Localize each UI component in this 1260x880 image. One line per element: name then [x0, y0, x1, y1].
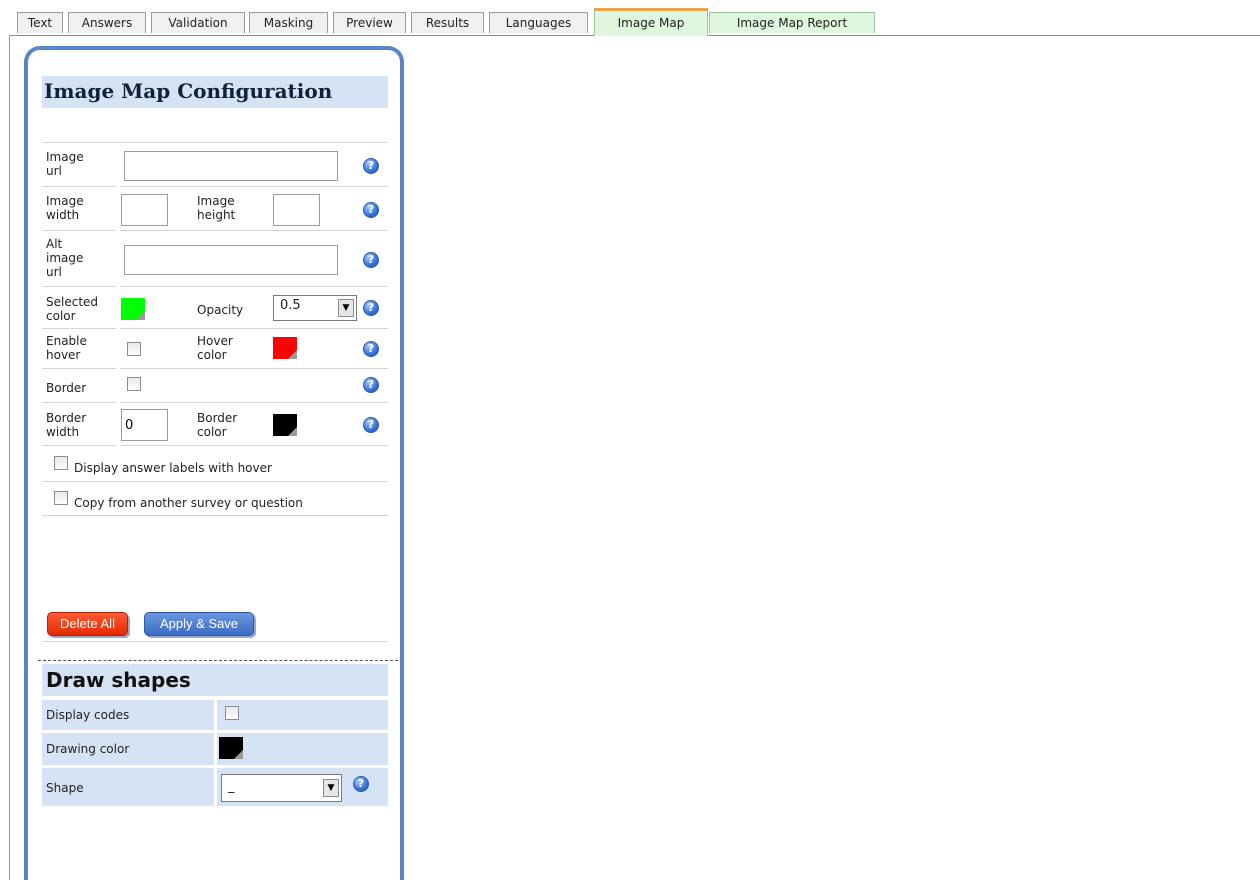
copy-from-checkbox[interactable] [54, 491, 68, 505]
divider [120, 402, 388, 403]
divider [42, 186, 116, 187]
tab-languages[interactable]: Languages [489, 12, 588, 33]
border-color-label: Border color [197, 411, 238, 439]
display-labels-checkbox[interactable] [54, 456, 68, 470]
divider [42, 481, 388, 482]
hover-help-icon[interactable]: ? [363, 341, 379, 357]
border-color-swatch[interactable] [273, 414, 297, 436]
image-width-input[interactable] [121, 194, 168, 226]
frame-left-border [9, 35, 10, 880]
divider [120, 286, 388, 287]
opacity-label: Opacity [197, 303, 244, 317]
delete-all-button[interactable]: Delete All [47, 612, 128, 636]
tab-preview[interactable]: Preview [333, 12, 406, 33]
config-title: Image Map Configuration [44, 79, 333, 103]
image-height-input[interactable] [273, 194, 320, 226]
divider [42, 230, 116, 231]
divider [42, 368, 116, 369]
tab-answers[interactable]: Answers [68, 12, 146, 33]
shape-value: _ [228, 779, 235, 794]
divider [42, 328, 116, 329]
draw-shapes-title-bar: Draw shapes [42, 664, 388, 696]
apply-save-button[interactable]: Apply & Save [144, 612, 254, 636]
enable-hover-label: Enable hover [46, 334, 87, 362]
tab-results[interactable]: Results [411, 12, 484, 33]
section-separator [38, 660, 398, 661]
tab-image-map[interactable]: Image Map [594, 8, 708, 36]
divider [42, 286, 116, 287]
divider [120, 445, 388, 446]
shape-label: Shape [46, 781, 84, 795]
display-codes-cell [217, 700, 388, 730]
tab-strip: Text Answers Validation Masking Preview … [0, 0, 1260, 36]
opacity-value: 0.5 [280, 298, 301, 313]
alt-image-url-help-icon[interactable]: ? [363, 252, 379, 268]
image-width-label: Image width [46, 194, 84, 222]
draw-shapes-title: Draw shapes [46, 668, 191, 692]
divider [42, 402, 116, 403]
divider [120, 368, 388, 369]
border-width-input[interactable] [121, 409, 168, 441]
divider [120, 230, 388, 231]
display-codes-checkbox[interactable] [225, 706, 239, 720]
selected-color-label: Selected color [46, 295, 99, 323]
image-url-input[interactable] [124, 151, 338, 181]
shape-select[interactable]: _ ▼ [221, 774, 342, 802]
image-size-help-icon[interactable]: ? [363, 202, 379, 218]
copy-from-text: Copy from another survey or question [74, 496, 303, 510]
divider [42, 142, 388, 143]
opacity-help-icon[interactable]: ? [363, 300, 379, 316]
opacity-select[interactable]: 0.5 ▼ [273, 295, 357, 321]
chevron-down-icon[interactable]: ▼ [338, 299, 354, 317]
divider [120, 186, 388, 187]
divider [120, 328, 388, 329]
alt-image-url-input[interactable] [124, 245, 338, 275]
drawing-color-label: Drawing color [46, 742, 130, 756]
config-title-bar: Image Map Configuration [42, 76, 388, 108]
border-width-label: Border width [46, 411, 87, 439]
tab-masking[interactable]: Masking [249, 12, 328, 33]
tab-image-map-report[interactable]: Image Map Report [709, 12, 875, 33]
enable-hover-checkbox[interactable] [127, 342, 141, 356]
alt-image-url-label: Alt image url [46, 237, 84, 279]
image-url-label: Image url [46, 150, 84, 178]
divider [42, 445, 116, 446]
drawing-color-swatch[interactable] [219, 737, 243, 759]
divider [42, 641, 388, 642]
tab-text[interactable]: Text [17, 12, 63, 33]
display-labels-text: Display answer labels with hover [74, 461, 272, 475]
border-checkbox[interactable] [127, 377, 141, 391]
border-label: Border [46, 381, 87, 395]
shape-help-icon[interactable]: ? [353, 776, 369, 792]
divider [42, 515, 388, 516]
image-url-help-icon[interactable]: ? [363, 158, 379, 174]
border-help-icon[interactable]: ? [363, 417, 379, 433]
display-codes-label: Display codes [46, 708, 130, 722]
image-height-label: Image height [197, 194, 236, 222]
tab-validation[interactable]: Validation [151, 12, 245, 33]
hover-color-swatch[interactable] [273, 337, 297, 359]
border-help-icon[interactable]: ? [363, 377, 379, 393]
selected-color-swatch[interactable] [121, 298, 145, 320]
hover-color-label: Hover color [197, 334, 233, 362]
chevron-down-icon[interactable]: ▼ [323, 779, 339, 797]
